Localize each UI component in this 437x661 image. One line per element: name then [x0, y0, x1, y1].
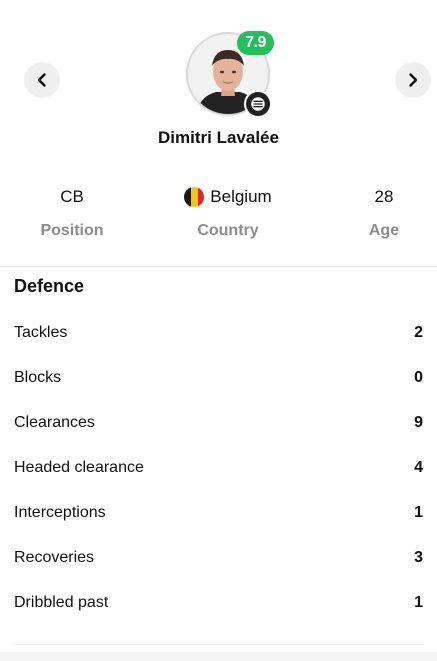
stat-row-clearances: Clearances 9 [14, 400, 423, 445]
position-label: Position [40, 222, 104, 239]
previous-player-button[interactable] [24, 62, 60, 98]
stat-row-blocks: Blocks 0 [14, 355, 423, 400]
player-avatar-group[interactable]: 7.9 [186, 31, 274, 118]
bottom-bar [0, 652, 437, 661]
stat-row-recoveries: Recoveries 3 [14, 535, 423, 580]
stat-label: Tackles [14, 323, 68, 341]
position-info: CB Position [12, 186, 132, 240]
stat-value: 4 [414, 458, 423, 476]
country-value: Belgium [210, 187, 272, 206]
stat-row-tackles: Tackles 2 [14, 310, 423, 355]
country-value-wrap: Belgium [168, 186, 288, 208]
country-label: Country [197, 222, 259, 239]
stat-value: 9 [414, 413, 423, 431]
stat-label: Interceptions [14, 503, 106, 521]
stat-row-headed-clearance: Headed clearance 4 [14, 445, 423, 490]
stat-value: 3 [414, 548, 423, 566]
bottom-divider [14, 644, 423, 645]
section-divider [0, 266, 437, 267]
stat-label: Dribbled past [14, 593, 109, 611]
stat-label: Clearances [14, 413, 95, 431]
age-label: Age [368, 222, 400, 239]
player-rating-badge: 7.9 [237, 31, 274, 55]
stat-value: 1 [414, 593, 423, 611]
next-player-button[interactable] [395, 62, 431, 98]
section-title: Defence [14, 276, 85, 296]
stat-label: Recoveries [14, 548, 95, 566]
age-info: 28 Age [324, 186, 437, 240]
player-name: Dimitri Lavalée [158, 128, 279, 147]
stat-label: Headed clearance [14, 458, 144, 476]
country-info: Belgium Country [168, 186, 288, 240]
stat-value: 2 [414, 323, 423, 341]
stat-value: 0 [414, 368, 423, 386]
club-logo-icon [244, 90, 272, 118]
stat-label: Blocks [14, 368, 62, 386]
stat-row-dribbled-past: Dribbled past 1 [14, 580, 423, 625]
belgium-flag-icon [184, 187, 205, 207]
stat-value: 1 [414, 503, 423, 521]
age-value: 28 [374, 187, 394, 206]
defence-stats-list: Tackles 2 Blocks 0 Clearances 9 Headed c… [14, 310, 423, 625]
chevron-right-icon [409, 73, 418, 87]
position-value: CB [60, 187, 84, 206]
chevron-left-icon [37, 73, 46, 87]
stat-row-interceptions: Interceptions 1 [14, 490, 423, 535]
